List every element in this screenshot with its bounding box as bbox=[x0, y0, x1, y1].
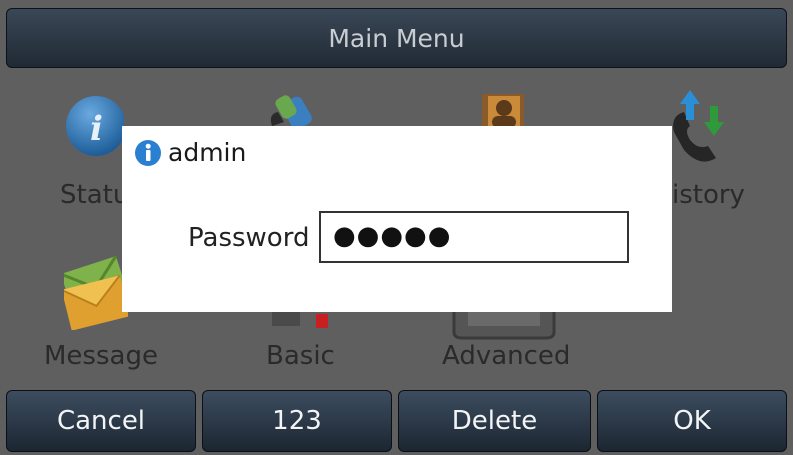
password-field[interactable]: ●●●●● bbox=[319, 211, 629, 263]
page-title: Main Menu bbox=[328, 23, 465, 53]
menu-label-history[interactable]: istory bbox=[672, 180, 745, 210]
title-bar: Main Menu bbox=[6, 8, 787, 68]
input-mode-button[interactable]: 123 bbox=[202, 390, 392, 452]
phone-screen: Main Menu i Statu istory Message Basic A… bbox=[0, 0, 793, 455]
cancel-button-label: Cancel bbox=[56, 406, 146, 436]
password-dialog: admin Password ●●●●● bbox=[122, 126, 672, 312]
advanced-settings-icon[interactable] bbox=[452, 310, 556, 340]
dialog-username: admin bbox=[168, 138, 247, 167]
ok-button[interactable]: OK bbox=[597, 390, 787, 452]
menu-label-basic[interactable]: Basic bbox=[266, 341, 335, 371]
menu-label-message[interactable]: Message bbox=[44, 341, 158, 371]
cancel-button[interactable]: Cancel bbox=[6, 390, 196, 452]
info-icon bbox=[135, 139, 161, 166]
contacts-book-icon[interactable] bbox=[478, 94, 528, 128]
menu-label-status[interactable]: Statu bbox=[60, 180, 129, 210]
call-history-icon[interactable] bbox=[660, 86, 740, 166]
ok-button-label: OK bbox=[673, 406, 711, 436]
delete-button[interactable]: Delete bbox=[398, 390, 591, 452]
dialog-title: admin bbox=[134, 138, 246, 167]
svg-text:i: i bbox=[90, 109, 103, 149]
password-label: Password bbox=[188, 223, 310, 253]
basic-settings-icon[interactable] bbox=[270, 312, 340, 330]
envelope-icon[interactable] bbox=[64, 252, 128, 330]
info-icon[interactable]: i bbox=[64, 92, 124, 164]
delete-button-label: Delete bbox=[451, 406, 538, 436]
menu-label-advanced[interactable]: Advanced bbox=[442, 341, 570, 371]
input-mode-button-label: 123 bbox=[272, 406, 322, 436]
